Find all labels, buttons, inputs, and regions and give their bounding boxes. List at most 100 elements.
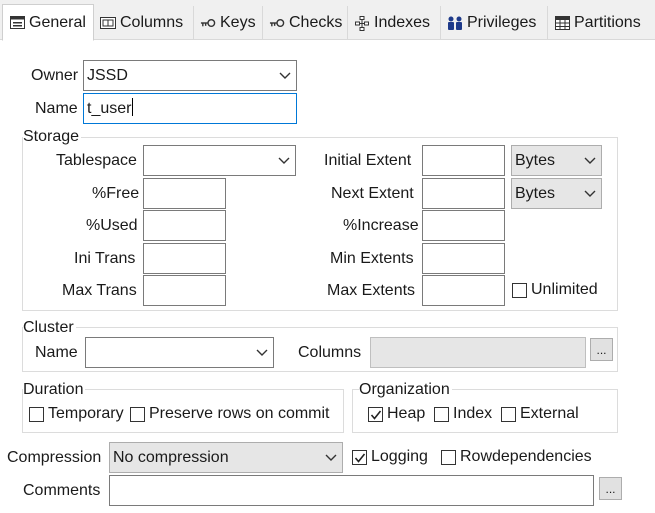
tab-privileges[interactable]: Privileges	[441, 6, 548, 40]
tablespace-label: Tablespace	[56, 152, 137, 169]
owner-value: JSSD	[87, 67, 128, 84]
chevron-down-icon	[584, 190, 596, 197]
name-field[interactable]: t_user	[83, 93, 297, 124]
logging-checkbox[interactable]: Logging	[352, 448, 428, 466]
users-icon	[447, 16, 463, 30]
checkbox-box	[352, 449, 367, 465]
initial-extent-unit: Bytes	[515, 152, 556, 169]
temporary-label: Temporary	[48, 405, 124, 422]
compression-select[interactable]: No compression	[109, 442, 343, 473]
cluster-name-select[interactable]	[85, 337, 274, 368]
cluster-columns-label: Columns	[298, 344, 362, 361]
initial-extent-unit-select[interactable]: Bytes	[511, 145, 602, 176]
preserve-rows-checkbox[interactable]: Preserve rows on commit	[130, 405, 330, 423]
max-extents-label: Max Extents	[327, 282, 416, 299]
tab-label: General	[29, 13, 86, 31]
increase-field[interactable]	[422, 210, 505, 241]
tab-indexes[interactable]: Indexes	[348, 6, 441, 40]
chevron-down-icon	[279, 72, 291, 79]
tab-label: Columns	[120, 14, 184, 31]
min-extents-field[interactable]	[422, 243, 505, 274]
used-label: %Used	[86, 217, 138, 234]
external-checkbox[interactable]: External	[501, 405, 579, 423]
compression-value: No compression	[113, 449, 229, 466]
checkbox-box	[130, 406, 145, 422]
checkbox-box	[501, 406, 516, 422]
min-extents-label: Min Extents	[330, 250, 414, 267]
key-icon	[200, 16, 216, 30]
storage-title: Storage	[23, 127, 82, 147]
heap-label: Heap	[387, 405, 426, 422]
rowdependencies-checkbox[interactable]: Rowdependencies	[441, 448, 592, 466]
comments-label: Comments	[23, 482, 101, 499]
chevron-down-icon	[325, 454, 337, 461]
comments-browse-button[interactable]: ...	[599, 477, 622, 500]
comments-field[interactable]	[109, 475, 594, 506]
tab-partitions[interactable]: Partitions	[548, 6, 655, 40]
owner-select[interactable]: JSSD	[83, 60, 297, 91]
chevron-down-icon	[584, 157, 596, 164]
index-checkbox[interactable]: Index	[434, 405, 492, 423]
tab-checks[interactable]: Checks	[263, 6, 348, 40]
checkbox-box	[441, 449, 456, 465]
owner-label: Owner	[31, 67, 79, 84]
grid-icon	[554, 16, 570, 30]
tab-columns[interactable]: Columns	[94, 6, 194, 40]
rowdependencies-label: Rowdependencies	[460, 448, 592, 465]
index-icon	[354, 15, 370, 31]
checkbox-box	[368, 406, 383, 422]
checkbox-box	[29, 406, 44, 422]
logging-label: Logging	[371, 448, 428, 465]
temporary-checkbox[interactable]: Temporary	[29, 405, 124, 423]
chevron-down-icon	[256, 349, 268, 356]
ini-trans-field[interactable]	[143, 243, 226, 274]
external-label: External	[520, 405, 579, 422]
max-trans-label: Max Trans	[62, 282, 137, 299]
free-label: %Free	[92, 185, 140, 202]
used-field[interactable]	[143, 210, 226, 241]
name-label: Name	[35, 100, 78, 117]
tab-bar: General Columns Keys Checks Indexes Priv…	[0, 0, 655, 41]
cluster-columns-browse-button[interactable]: ...	[590, 338, 613, 361]
tab-label: Checks	[289, 14, 343, 31]
ini-trans-label: Ini Trans	[74, 250, 136, 267]
preserve-rows-label: Preserve rows on commit	[149, 405, 330, 422]
tab-label: Indexes	[374, 14, 431, 31]
tab-label: Partitions	[574, 14, 641, 31]
chevron-down-icon	[278, 157, 290, 164]
compression-label: Compression	[7, 449, 102, 466]
next-extent-label: Next Extent	[331, 185, 414, 202]
text-cursor	[132, 98, 134, 116]
max-extents-field[interactable]	[422, 275, 505, 306]
organization-title: Organization	[359, 380, 452, 400]
unlimited-checkbox[interactable]: Unlimited	[512, 281, 598, 299]
unlimited-label: Unlimited	[531, 281, 598, 298]
duration-title: Duration	[23, 380, 86, 400]
heap-checkbox[interactable]: Heap	[368, 405, 425, 423]
next-extent-field[interactable]	[422, 178, 505, 209]
name-value: t_user	[87, 100, 132, 117]
next-extent-unit-select[interactable]: Bytes	[511, 178, 602, 209]
initial-extent-label: Initial Extent	[324, 152, 412, 169]
next-extent-unit: Bytes	[515, 185, 556, 202]
initial-extent-field[interactable]	[422, 145, 505, 176]
checkmark-icon	[354, 453, 366, 463]
index-label: Index	[453, 405, 493, 422]
tablespace-select[interactable]	[143, 145, 296, 176]
cluster-name-label: Name	[35, 344, 78, 361]
table-form-icon	[9, 16, 25, 30]
tab-keys[interactable]: Keys	[194, 6, 263, 40]
free-field[interactable]	[143, 178, 226, 209]
tab-label: Privileges	[467, 14, 537, 31]
checkmark-icon	[370, 410, 382, 420]
tab-general[interactable]: General	[2, 4, 94, 41]
checkbox-box	[434, 406, 449, 422]
columns-icon	[100, 16, 116, 30]
checkbox-box	[512, 282, 527, 298]
tab-label: Keys	[220, 14, 256, 31]
increase-label: %Increase	[343, 217, 419, 234]
cluster-title: Cluster	[23, 318, 76, 338]
cluster-columns-field[interactable]	[370, 337, 586, 368]
max-trans-field[interactable]	[143, 275, 226, 306]
check-constraint-icon	[269, 16, 285, 30]
